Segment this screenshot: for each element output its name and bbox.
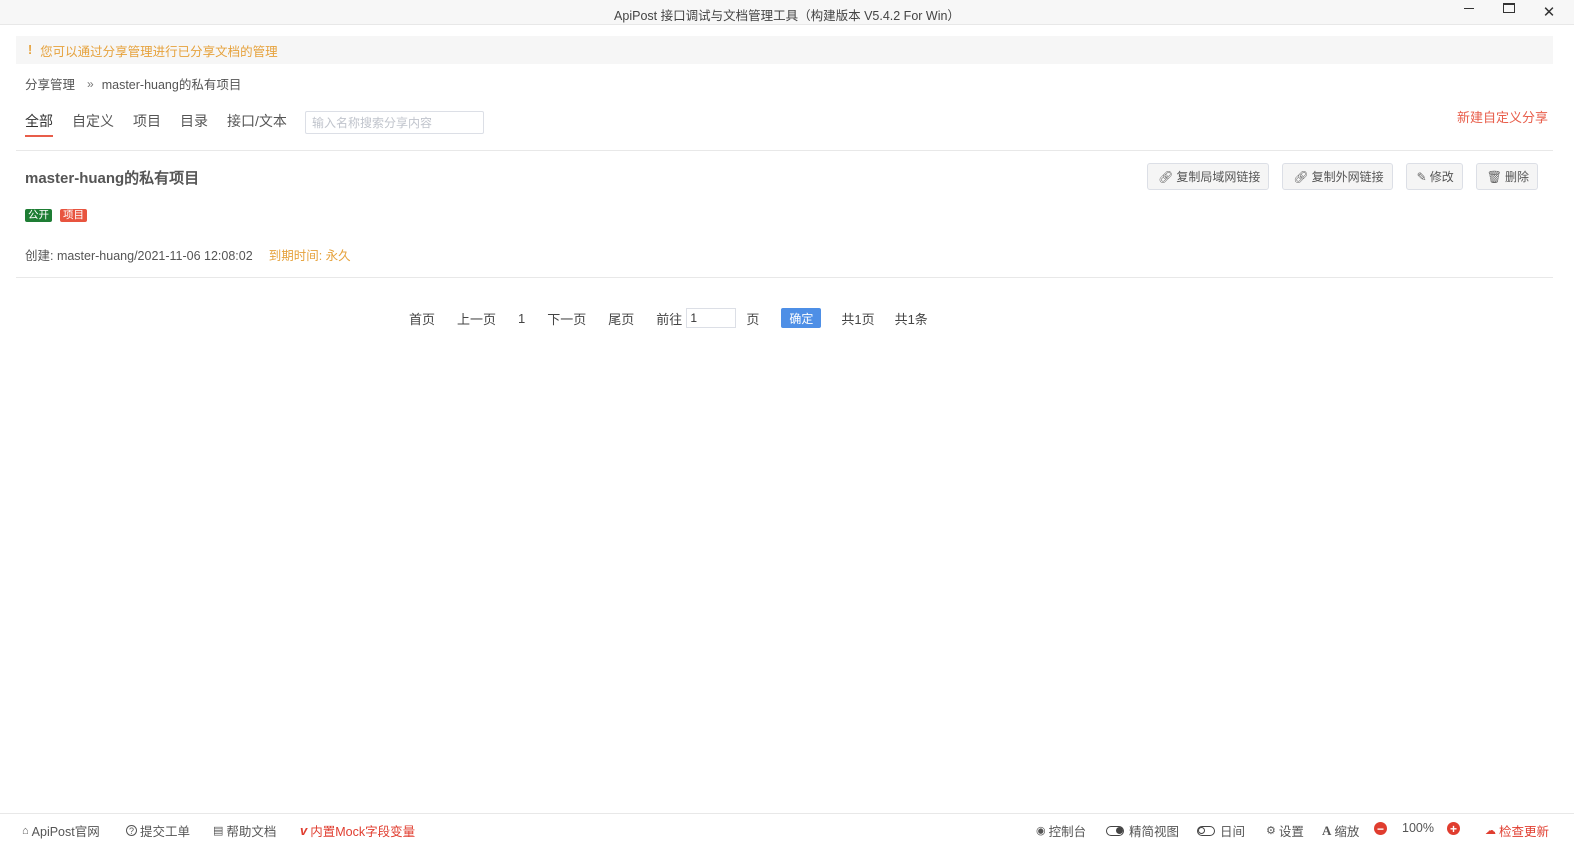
status-bar: ⌂ ApiPost官网 ? 提交工单 ▤ 帮助文档 v 内置Mock字段变量 ◉… xyxy=(0,813,1574,852)
window-title: ApiPost 接口调试与文档管理工具（构建版本 V5.4.2 For Win） xyxy=(614,9,960,23)
console-button[interactable]: ◉ 控制台 xyxy=(1036,821,1086,840)
link-icon: 🔗︎ xyxy=(1293,169,1309,184)
edit-label: 修改 xyxy=(1429,170,1454,184)
zoom-in-button[interactable]: + xyxy=(1447,822,1460,835)
tab-project[interactable]: 项目 xyxy=(133,111,161,135)
goto-unit: 页 xyxy=(746,311,760,327)
minimize-icon xyxy=(1464,7,1474,9)
created-info: 创建: master-huang/2021-11-06 12:08:02 xyxy=(25,249,253,263)
submit-ticket-label: 提交工单 xyxy=(140,825,191,839)
goto-confirm-button[interactable]: 确定 xyxy=(781,308,822,328)
home-icon: ⌂ xyxy=(22,824,29,837)
divider xyxy=(16,150,1553,151)
prev-page-link[interactable]: 上一页 xyxy=(457,309,496,328)
search-input[interactable] xyxy=(305,111,484,134)
compact-view-toggle[interactable]: 精简视图 xyxy=(1106,821,1179,840)
copy-lan-link-label: 复制局域网链接 xyxy=(1176,170,1261,184)
total-pages: 共1页 xyxy=(841,311,875,327)
copy-wan-link-label: 复制外网链接 xyxy=(1311,170,1384,184)
gear-icon: ⚙ xyxy=(1266,825,1276,837)
theme-toggle[interactable]: 日间 xyxy=(1197,821,1245,840)
zoom-value: 100% xyxy=(1402,821,1434,835)
last-page-link[interactable]: 尾页 xyxy=(608,309,634,328)
console-label: 控制台 xyxy=(1048,825,1087,839)
public-badge: 公开 xyxy=(25,209,52,222)
close-icon: ✕ xyxy=(1542,4,1556,21)
minimize-button[interactable] xyxy=(1449,0,1489,24)
share-item-title: master-huang的私有项目 xyxy=(25,170,200,187)
breadcrumb-current: master-huang的私有项目 xyxy=(101,78,242,92)
divider xyxy=(16,277,1553,278)
expire-info: 到期时间: 永久 xyxy=(268,249,351,263)
zoom-label: A 缩放 xyxy=(1322,821,1359,840)
share-item-meta: 创建: master-huang/2021-11-06 12:08:02 到期时… xyxy=(25,245,351,264)
first-page-link[interactable]: 首页 xyxy=(409,309,435,328)
breadcrumb: 分享管理 » master-huang的私有项目 xyxy=(25,74,241,93)
tab-directory[interactable]: 目录 xyxy=(180,111,208,135)
copy-lan-link-button[interactable]: 🔗︎ 复制局域网链接 xyxy=(1147,163,1270,190)
mock-variables-link[interactable]: v 内置Mock字段变量 xyxy=(300,821,415,840)
next-page-link[interactable]: 下一页 xyxy=(547,309,586,328)
edit-button[interactable]: ✎ 修改 xyxy=(1405,163,1463,190)
share-item-tags: 公开 项目 xyxy=(25,209,95,222)
close-button[interactable]: ✕ xyxy=(1529,0,1569,24)
goto-label: 前往 xyxy=(656,311,683,327)
link-icon: 🔗︎ xyxy=(1158,169,1174,184)
question-circle-icon: ? xyxy=(126,825,137,836)
filter-tabs: 全部 自定义 项目 目录 接口/文本 xyxy=(25,111,306,137)
tab-all[interactable]: 全部 xyxy=(25,111,53,137)
check-update-button[interactable]: ☁ 检查更新 xyxy=(1485,821,1549,840)
project-badge: 项目 xyxy=(60,209,87,222)
toggle-off-icon xyxy=(1197,825,1215,836)
help-docs-link[interactable]: ▤ 帮助文档 xyxy=(213,821,276,840)
font-icon: A xyxy=(1322,822,1332,838)
share-item-actions: 🔗︎ 复制局域网链接 🔗︎ 复制外网链接 ✎ 修改 🗑︎ 删除 xyxy=(1134,163,1538,190)
total-items: 共1条 xyxy=(894,311,928,327)
trash-icon: 🗑︎ xyxy=(1486,169,1502,184)
maximize-button[interactable] xyxy=(1489,0,1529,24)
notice-text: 您可以通过分享管理进行已分享文档的管理 xyxy=(40,44,278,59)
title-bar: ApiPost 接口调试与文档管理工具（构建版本 V5.4.2 For Win）… xyxy=(0,0,1574,25)
settings-label: 设置 xyxy=(1278,825,1304,839)
plus-circle-icon: + xyxy=(1447,822,1460,835)
delete-label: 删除 xyxy=(1504,170,1529,184)
current-page-number[interactable]: 1 xyxy=(518,311,525,326)
edit-icon: ✎ xyxy=(1416,169,1427,184)
website-label: ApiPost官网 xyxy=(31,825,100,839)
help-docs-label: 帮助文档 xyxy=(226,825,277,839)
toggle-on-icon xyxy=(1106,825,1124,836)
zoom-label-text: 缩放 xyxy=(1334,825,1360,839)
chrome-icon: ◉ xyxy=(1036,825,1046,837)
tab-custom[interactable]: 自定义 xyxy=(72,111,114,135)
maximize-icon xyxy=(1503,3,1515,13)
pagination: 首页 上一页 1 下一页 尾页 前往 页 确定 共1页 共1条 xyxy=(409,307,928,329)
new-custom-share-link[interactable]: 新建自定义分享 xyxy=(1457,107,1548,126)
website-link[interactable]: ⌂ ApiPost官网 xyxy=(22,821,100,840)
cloud-download-icon: ☁ xyxy=(1485,825,1496,837)
delete-button[interactable]: 🗑︎ 删除 xyxy=(1475,163,1538,190)
check-update-label: 检查更新 xyxy=(1499,825,1550,839)
breadcrumb-root[interactable]: 分享管理 xyxy=(25,74,75,93)
breadcrumb-separator-icon: » xyxy=(87,76,94,91)
submit-ticket-link[interactable]: ? 提交工单 xyxy=(126,821,190,840)
notice-bar: ! 您可以通过分享管理进行已分享文档的管理 xyxy=(16,36,1553,64)
tab-api-text[interactable]: 接口/文本 xyxy=(227,111,287,135)
mock-v-icon: v xyxy=(300,823,308,838)
book-icon: ▤ xyxy=(213,825,224,837)
mock-variables-label: 内置Mock字段变量 xyxy=(310,825,416,839)
theme-label: 日间 xyxy=(1220,825,1246,839)
zoom-out-button[interactable]: − xyxy=(1374,822,1387,835)
copy-wan-link-button[interactable]: 🔗︎ 复制外网链接 xyxy=(1282,163,1393,190)
compact-view-label: 精简视图 xyxy=(1129,825,1180,839)
exclamation-icon: ! xyxy=(28,43,33,57)
goto-page-input[interactable] xyxy=(686,308,737,328)
minus-circle-icon: − xyxy=(1374,822,1387,835)
settings-button[interactable]: ⚙ 设置 xyxy=(1266,821,1304,840)
